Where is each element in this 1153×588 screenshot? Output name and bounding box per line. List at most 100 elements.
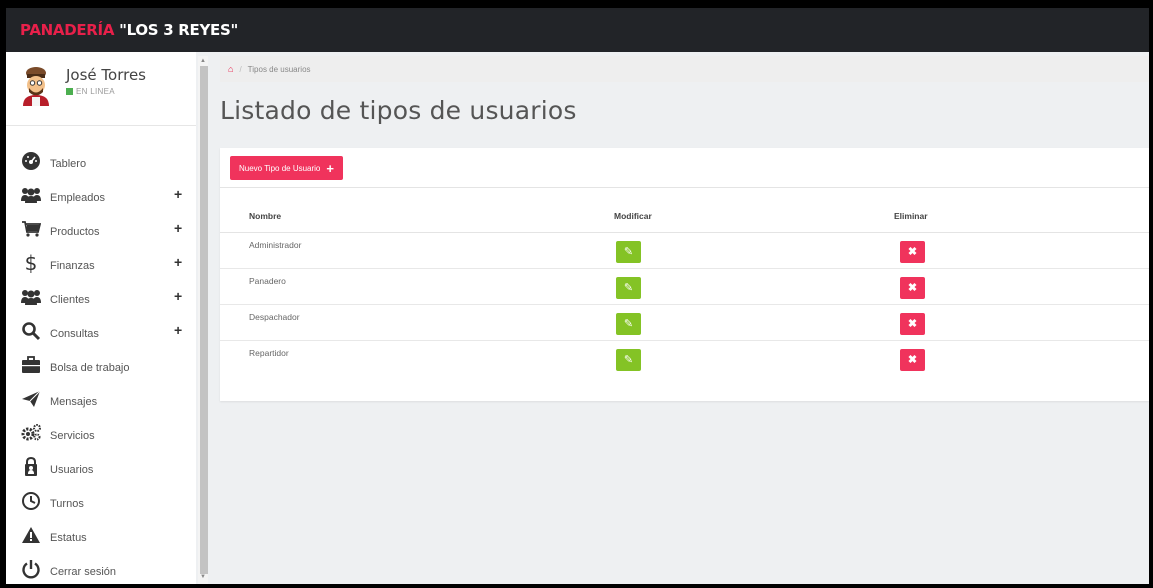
close-icon: ✖ bbox=[907, 354, 918, 366]
delete-button[interactable]: ✖ bbox=[900, 348, 925, 371]
close-icon: ✖ bbox=[907, 282, 918, 294]
cell-name: Despachador bbox=[220, 304, 614, 341]
sidebar-item-bolsa-de-trabajo[interactable]: Bolsa de trabajo bbox=[6, 348, 196, 382]
column-header-nombre: Nombre bbox=[220, 200, 614, 233]
cell-delete: ✖ bbox=[894, 232, 1149, 269]
pencil-icon: ✎ bbox=[623, 246, 634, 258]
breadcrumb-separator: / bbox=[239, 64, 242, 74]
user-status: EN LINEA bbox=[66, 87, 146, 96]
cell-name: Panadero bbox=[220, 268, 614, 305]
sidebar-item-label: Usuarios bbox=[50, 464, 94, 476]
cell-delete: ✖ bbox=[894, 304, 1149, 341]
paper-plane-icon bbox=[20, 388, 42, 410]
cell-delete: ✖ bbox=[894, 268, 1149, 305]
user-types-card: Nuevo Tipo de Usuario + Nombre Modificar… bbox=[220, 148, 1149, 401]
column-header-modificar: Modificar bbox=[614, 200, 894, 233]
pencil-icon: ✎ bbox=[623, 318, 634, 330]
brand-logo[interactable]: PANADERÍA "LOS 3 REYES" bbox=[20, 21, 238, 39]
search-icon bbox=[20, 320, 42, 342]
users-icon bbox=[20, 286, 42, 308]
scroll-down-icon[interactable]: ▼ bbox=[200, 574, 206, 580]
warning-icon bbox=[20, 524, 42, 546]
column-header-eliminar: Eliminar bbox=[894, 200, 1149, 233]
table-header-row: Nombre Modificar Eliminar bbox=[220, 200, 1149, 233]
cell-modify: ✎ bbox=[614, 232, 894, 269]
app-window: PANADERÍA "LOS 3 REYES" José Torres EN L… bbox=[6, 8, 1149, 584]
power-icon bbox=[20, 558, 42, 580]
gears-icon bbox=[20, 422, 42, 444]
edit-button[interactable]: ✎ bbox=[616, 240, 641, 263]
pencil-icon: ✎ bbox=[623, 282, 634, 294]
cell-modify: ✎ bbox=[614, 340, 894, 376]
expand-icon[interactable]: + bbox=[174, 322, 182, 338]
sidebar-item-label: Cerrar sesión bbox=[50, 566, 117, 578]
new-user-type-button[interactable]: Nuevo Tipo de Usuario + bbox=[230, 156, 343, 180]
sidebar-item-consultas[interactable]: Consultas + bbox=[6, 314, 196, 348]
top-bar: PANADERÍA "LOS 3 REYES" bbox=[6, 8, 1149, 52]
close-icon: ✖ bbox=[907, 246, 918, 258]
delete-button[interactable]: ✖ bbox=[900, 240, 925, 263]
sidebar-item-cerrar-sesion[interactable]: Cerrar sesión bbox=[6, 552, 196, 584]
table-row: Despachador ✎ ✖ bbox=[220, 304, 1149, 341]
user-panel: José Torres EN LINEA bbox=[6, 52, 196, 126]
table-row: Panadero ✎ ✖ bbox=[220, 268, 1149, 305]
sidebar-item-label: Tablero bbox=[50, 158, 87, 170]
edit-button[interactable]: ✎ bbox=[616, 276, 641, 299]
expand-icon[interactable]: + bbox=[174, 288, 182, 304]
sidebar-item-label: Turnos bbox=[50, 498, 84, 510]
sidebar-menu: Tablero Empleados + Productos + $ Finanz… bbox=[6, 144, 196, 584]
cell-delete: ✖ bbox=[894, 340, 1149, 376]
expand-icon[interactable]: + bbox=[174, 254, 182, 270]
sidebar-item-tablero[interactable]: Tablero bbox=[6, 144, 196, 178]
sidebar-item-mensajes[interactable]: Mensajes bbox=[6, 382, 196, 416]
sidebar-item-servicios[interactable]: Servicios bbox=[6, 416, 196, 450]
users-icon bbox=[20, 184, 42, 206]
sidebar-item-productos[interactable]: Productos + bbox=[6, 212, 196, 246]
clock-icon bbox=[20, 490, 42, 512]
sidebar-scroll-thumb[interactable] bbox=[200, 66, 208, 574]
sidebar-item-clientes[interactable]: Clientes + bbox=[6, 280, 196, 314]
table-row: Repartidor ✎ ✖ bbox=[220, 340, 1149, 376]
sidebar-item-label: Clientes bbox=[50, 294, 90, 306]
scroll-up-icon[interactable]: ▲ bbox=[200, 58, 206, 64]
expand-icon[interactable]: + bbox=[174, 220, 182, 236]
cart-icon bbox=[20, 218, 42, 240]
page-title: Listado de tipos de usuarios bbox=[220, 96, 577, 125]
sidebar-item-empleados[interactable]: Empleados + bbox=[6, 178, 196, 212]
new-user-type-label: Nuevo Tipo de Usuario bbox=[239, 163, 321, 173]
sidebar-item-label: Bolsa de trabajo bbox=[50, 362, 130, 374]
sidebar-item-finanzas[interactable]: $ Finanzas + bbox=[6, 246, 196, 280]
edit-button[interactable]: ✎ bbox=[616, 348, 641, 371]
sidebar-item-label: Consultas bbox=[50, 328, 99, 340]
close-icon: ✖ bbox=[907, 318, 918, 330]
delete-button[interactable]: ✖ bbox=[900, 276, 925, 299]
user-status-label: EN LINEA bbox=[76, 87, 115, 96]
baker-avatar-icon bbox=[20, 66, 52, 106]
breadcrumb: ⌂ / Tipos de usuarios bbox=[220, 56, 1149, 82]
cell-modify: ✎ bbox=[614, 304, 894, 341]
cell-name: Repartidor bbox=[249, 347, 289, 358]
table-row: Administrador ✎ ✖ bbox=[220, 232, 1149, 269]
delete-button[interactable]: ✖ bbox=[900, 312, 925, 335]
plus-icon: + bbox=[326, 160, 334, 176]
sidebar-item-label: Mensajes bbox=[50, 396, 98, 408]
sidebar-item-label: Estatus bbox=[50, 532, 87, 544]
breadcrumb-current: Tipos de usuarios bbox=[247, 64, 311, 74]
sidebar-item-turnos[interactable]: Turnos bbox=[6, 484, 196, 518]
user-lock-icon bbox=[20, 456, 42, 478]
expand-icon[interactable]: + bbox=[174, 186, 182, 202]
cell-modify: ✎ bbox=[614, 268, 894, 305]
home-icon[interactable]: ⌂ bbox=[228, 64, 233, 74]
sidebar-item-label: Servicios bbox=[50, 430, 95, 442]
pencil-icon: ✎ bbox=[623, 354, 634, 366]
edit-button[interactable]: ✎ bbox=[616, 312, 641, 335]
sidebar-item-usuarios[interactable]: Usuarios bbox=[6, 450, 196, 484]
card-header: Nuevo Tipo de Usuario + bbox=[220, 148, 1149, 188]
cell-name: Administrador bbox=[220, 232, 614, 269]
sidebar: José Torres EN LINEA Tablero Empleados + bbox=[6, 52, 196, 584]
user-types-table: Nombre Modificar Eliminar Administrador … bbox=[220, 200, 1149, 376]
sidebar-item-estatus[interactable]: Estatus bbox=[6, 518, 196, 552]
brand-name: PANADERÍA bbox=[20, 21, 115, 39]
briefcase-icon bbox=[20, 354, 42, 376]
dashboard-icon bbox=[20, 150, 42, 172]
